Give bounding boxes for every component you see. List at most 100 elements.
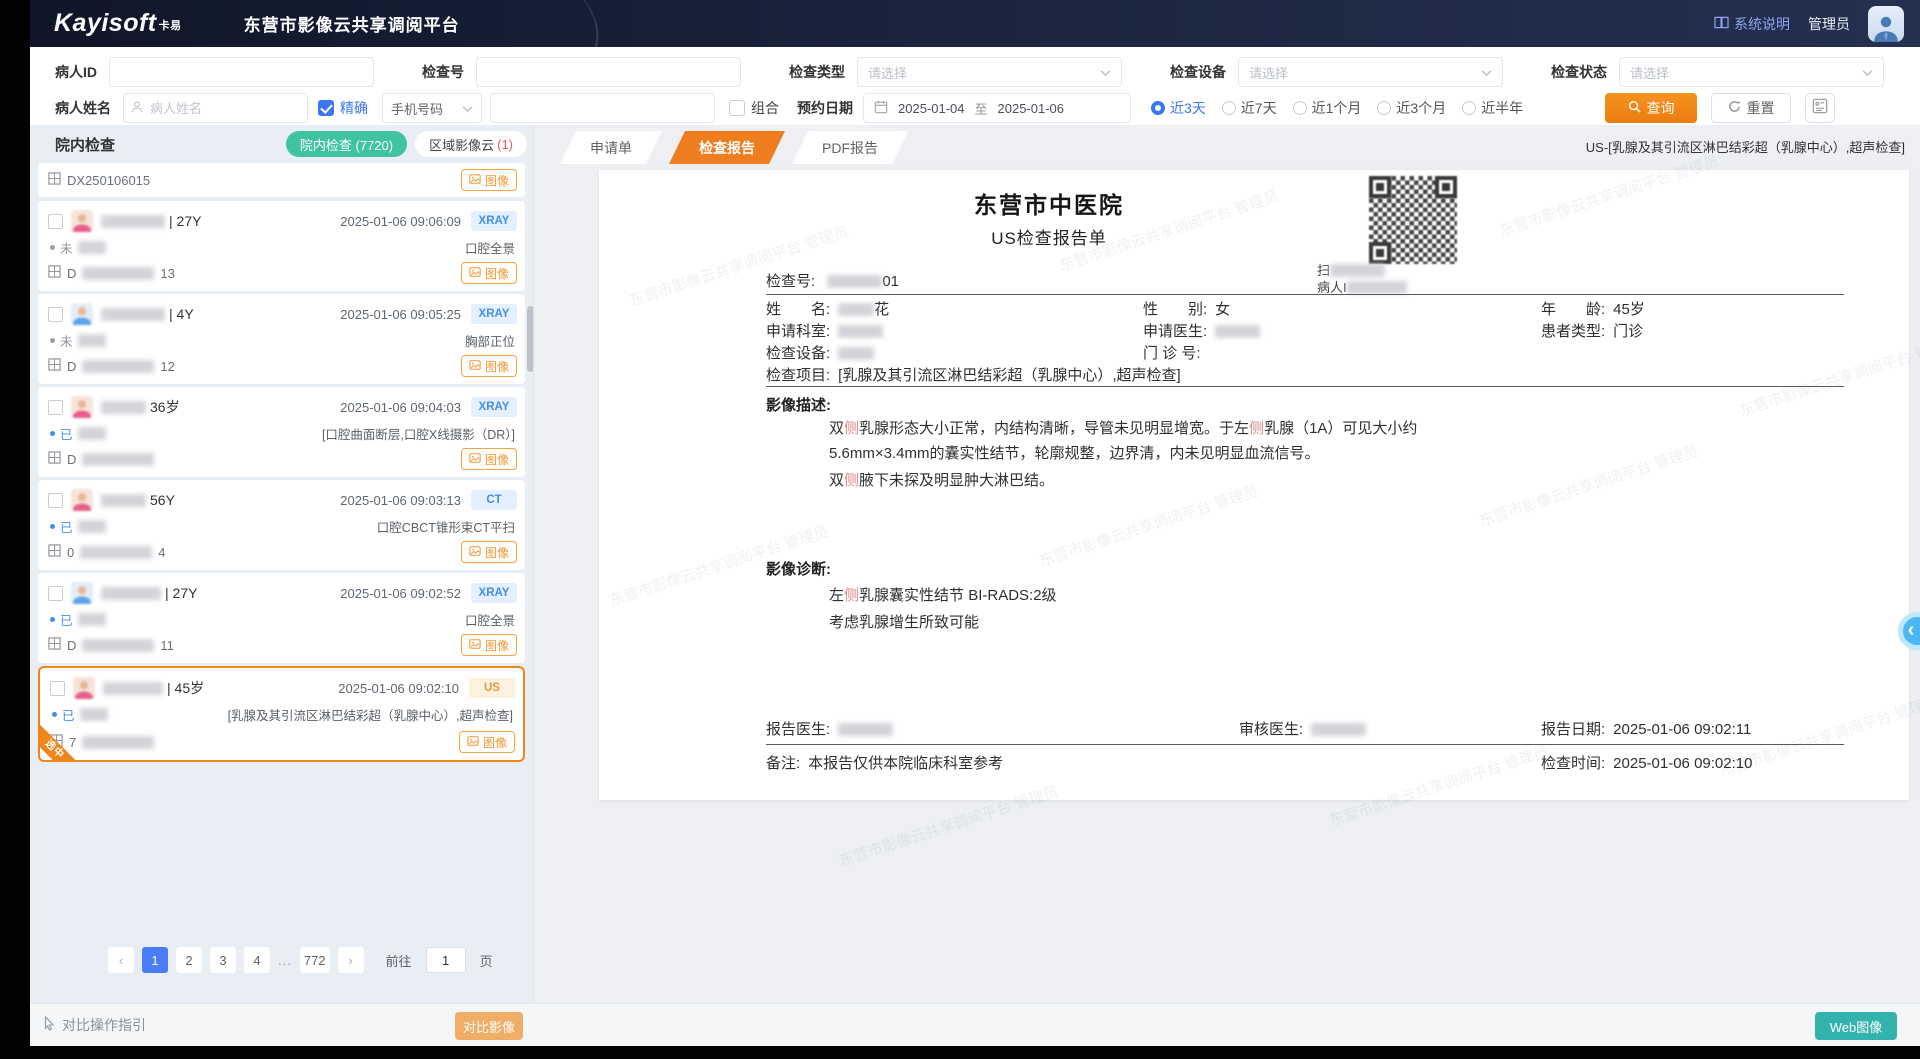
report-divider	[766, 744, 1844, 745]
quick-range-3d[interactable]: 近3天	[1151, 98, 1206, 118]
image-icon	[469, 359, 481, 374]
list-item[interactable]: 36岁 2025-01-06 09:04:03 XRAY 已 [口腔曲面断层,口…	[38, 387, 525, 477]
field-project: 检查项目:[乳腺及其引流区淋巴结彩超（乳腺中心）,超声检查]	[766, 364, 1181, 385]
page-unit-label: 页	[480, 951, 493, 970]
item-checkbox[interactable]	[50, 681, 65, 696]
web-image-button[interactable]: Web图像	[1815, 1012, 1897, 1040]
quick-range-3m[interactable]: 近3个月	[1377, 98, 1446, 118]
status-text: 未	[60, 331, 73, 350]
accession-id: D13	[48, 265, 175, 281]
age-value: 45岁	[1613, 301, 1645, 318]
item-checkbox[interactable]	[48, 493, 63, 508]
list-item[interactable]: | 27Y 2025-01-06 09:06:09 XRAY 未 口腔全景 D1…	[38, 201, 525, 291]
phone-type-select[interactable]: 手机号码	[382, 93, 482, 123]
goto-page-input[interactable]	[426, 947, 466, 973]
phone-number-input[interactable]	[490, 93, 715, 123]
quick-range-7d[interactable]: 近7天	[1222, 98, 1277, 118]
field-exam-time: 检查时间:2025-01-06 09:02:10	[1541, 752, 1752, 773]
field-label: 检查设备:	[766, 345, 830, 362]
open-image-button[interactable]: 图像	[461, 448, 517, 470]
field-report-date: 报告日期:2025-01-06 09:02:11	[1541, 718, 1751, 739]
exam-status-placeholder: 请选择	[1630, 63, 1669, 82]
list-item[interactable]: | 27Y 2025-01-06 09:02:52 XRAY 已 口腔全景 D1…	[38, 573, 525, 663]
report-document: 东营市中医院 US检查报告单 扫 病人I 检查号: 01 姓 名:花 性 别:女…	[599, 170, 1909, 800]
page-button-3[interactable]: 3	[210, 947, 236, 973]
status-dot-icon	[52, 712, 57, 717]
tab-pdf-report[interactable]: PDF报告	[792, 131, 908, 164]
pagination: ‹ 1 2 3 4 ... 772 › 前往 页	[108, 947, 493, 973]
user-avatar[interactable]	[1868, 6, 1904, 42]
exam-type-select[interactable]: 请选择	[857, 57, 1122, 87]
open-image-button[interactable]: 图像	[459, 731, 515, 753]
open-image-button[interactable]: 图像	[461, 355, 517, 377]
page-button-2[interactable]: 2	[176, 947, 202, 973]
hospital-name: 东营市中医院	[599, 186, 1499, 220]
page-button-1[interactable]: 1	[142, 947, 168, 973]
field-opd-no: 门 诊 号:	[1143, 342, 1201, 363]
patient-age: | 4Y	[169, 306, 194, 322]
reset-button[interactable]: 重置	[1711, 93, 1791, 123]
accession-id-redacted	[80, 546, 152, 559]
patient-name-input[interactable]	[123, 93, 308, 123]
tab-regional-cloud[interactable]: 区域影像云(1)	[415, 131, 527, 157]
chevron-down-icon	[1100, 65, 1111, 80]
accession-id-redacted	[82, 736, 154, 749]
imaging-description-text: 双侧乳腺形态大小正常，内结构清晰，导管未见明显增宽。于左侧乳腺（1A）可见大小约…	[829, 416, 1469, 493]
item-checkbox[interactable]	[48, 400, 63, 415]
list-item-partial[interactable]: DX250106015 图像	[38, 163, 525, 197]
goto-label: 前往	[386, 951, 412, 970]
item-checkbox[interactable]	[48, 586, 63, 601]
exact-checkbox[interactable]	[318, 100, 334, 116]
exam-description: 口腔全景	[465, 610, 515, 629]
exam-status-select[interactable]: 请选择	[1619, 57, 1884, 87]
status-dot-icon	[50, 524, 55, 529]
qr-caption-redacted	[1330, 264, 1385, 277]
modality-badge: US	[469, 678, 515, 698]
accession-id-text: DX250106015	[67, 173, 150, 188]
patient-name-redacted	[101, 215, 165, 228]
combo-checkbox[interactable]	[729, 100, 745, 116]
list-item[interactable]: 56Y 2025-01-06 09:03:13 CT 已 口腔CBCT锥形束CT…	[38, 480, 525, 570]
brand-logo-cn: 卡易	[159, 20, 182, 32]
description-paragraph: 双侧腋下未探及明显肿大淋巴结。	[829, 468, 1469, 493]
open-image-button[interactable]: 图像	[461, 169, 517, 191]
field-patient-type: 患者类型:门诊	[1541, 320, 1643, 341]
compare-images-button[interactable]: 对比影像	[455, 1012, 523, 1040]
open-image-button[interactable]: 图像	[461, 634, 517, 656]
list-item-selected[interactable]: | 45岁 2025-01-06 09:02:10 US 已 [乳腺及其引流区淋…	[38, 666, 525, 762]
tab-internal-exams[interactable]: 院内检查 (7720)	[286, 131, 407, 157]
tab-request-form[interactable]: 申请单	[560, 131, 662, 164]
tab-exam-report[interactable]: 检查报告	[669, 131, 785, 164]
quick-range-1m[interactable]: 近1个月	[1293, 98, 1362, 118]
item-checkbox[interactable]	[48, 214, 63, 229]
exam-type-label: 检查类型	[789, 62, 845, 82]
brand-logo-text: Kayisoft	[54, 9, 157, 37]
modality-badge: XRAY	[471, 583, 517, 603]
name-redacted	[838, 303, 874, 316]
open-image-button[interactable]: 图像	[461, 541, 517, 563]
search-button[interactable]: 查询	[1605, 93, 1697, 123]
exam-no-input[interactable]	[476, 57, 741, 87]
list-item[interactable]: | 4Y 2025-01-06 09:05:25 XRAY 未 胸部正位 D12…	[38, 294, 525, 384]
open-image-label: 图像	[485, 265, 509, 282]
accession-id-prefix: D	[67, 359, 76, 374]
exam-device-select[interactable]: 请选择	[1238, 57, 1503, 87]
page-button-last[interactable]: 772	[300, 947, 330, 973]
current-user-label[interactable]: 管理员	[1808, 14, 1850, 34]
exam-datetime: 2025-01-06 09:04:03	[340, 400, 461, 415]
item-checkbox[interactable]	[48, 307, 63, 322]
page-button-4[interactable]: 4	[244, 947, 270, 973]
compare-guide-link[interactable]: 对比操作指引	[42, 1015, 146, 1035]
next-page-button[interactable]: ›	[338, 947, 364, 973]
page-ellipsis[interactable]: ...	[278, 953, 292, 968]
patient-id-input[interactable]	[109, 57, 374, 87]
prev-page-button[interactable]: ‹	[108, 947, 134, 973]
date-range-picker[interactable]: 2025-01-04 至 2025-01-06	[863, 93, 1131, 123]
quick-range-6m[interactable]: 近半年	[1462, 98, 1523, 118]
exam-time-value: 2025-01-06 09:02:10	[1613, 755, 1752, 772]
layout-switch-button[interactable]	[1805, 93, 1835, 123]
open-image-button[interactable]: 图像	[461, 262, 517, 284]
film-grid-icon	[48, 172, 61, 188]
system-help-link[interactable]: 系统说明	[1714, 14, 1790, 34]
brand-logo: Kayisoft卡易	[54, 9, 182, 38]
